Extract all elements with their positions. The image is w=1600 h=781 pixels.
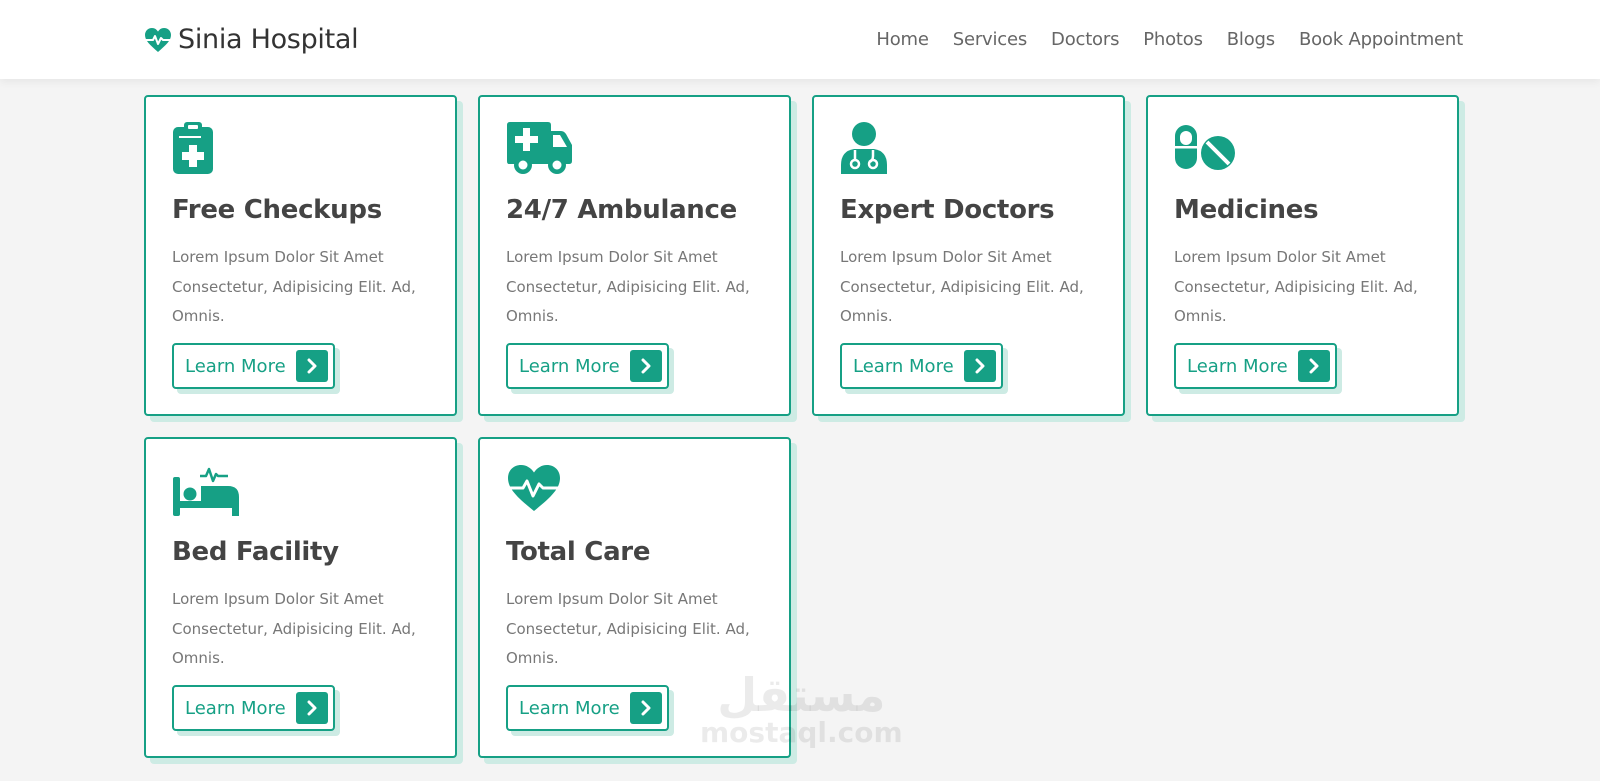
button-label: Learn More bbox=[853, 355, 954, 377]
ambulance-icon bbox=[506, 121, 763, 177]
button-label: Learn More bbox=[185, 355, 286, 377]
chevron-right-icon bbox=[629, 692, 662, 724]
chevron-right-icon bbox=[1297, 350, 1330, 382]
bed-icon bbox=[172, 463, 429, 519]
card-title: Expert Doctors bbox=[840, 195, 1055, 225]
service-card-total-care: Total Care Lorem Ipsum Dolor Sit Amet Co… bbox=[478, 437, 791, 758]
heartbeat-icon bbox=[144, 27, 172, 53]
button-label: Learn More bbox=[519, 697, 620, 719]
nav-home[interactable]: Home bbox=[876, 29, 929, 50]
chevron-right-icon bbox=[295, 692, 328, 724]
learn-more-button[interactable]: Learn More bbox=[506, 343, 669, 389]
nav-book-appointment[interactable]: Book Appointment bbox=[1299, 29, 1463, 50]
card-title: Bed Facility bbox=[172, 537, 339, 567]
nav-doctors[interactable]: Doctors bbox=[1051, 29, 1119, 50]
service-card-bed-facility: Bed Facility Lorem Ipsum Dolor Sit Amet … bbox=[144, 437, 457, 758]
card-text: Lorem Ipsum Dolor Sit Amet Consectetur, … bbox=[840, 248, 1084, 325]
card-text: Lorem Ipsum Dolor Sit Amet Consectetur, … bbox=[1174, 248, 1418, 325]
site-header: Sinia Hospital Home Services Doctors Pho… bbox=[0, 0, 1600, 79]
card-title: Total Care bbox=[506, 537, 651, 567]
button-label: Learn More bbox=[1187, 355, 1288, 377]
nav-services[interactable]: Services bbox=[953, 29, 1028, 50]
card-text: Lorem Ipsum Dolor Sit Amet Consectetur, … bbox=[172, 590, 416, 667]
learn-more-button[interactable]: Learn More bbox=[172, 343, 335, 389]
main-nav: Home Services Doctors Photos Blogs Book … bbox=[852, 29, 1463, 50]
service-card-medicines: Medicines Lorem Ipsum Dolor Sit Amet Con… bbox=[1146, 95, 1459, 416]
learn-more-button[interactable]: Learn More bbox=[506, 685, 669, 731]
chevron-right-icon bbox=[963, 350, 996, 382]
service-card-expert-doctors: Expert Doctors Lorem Ipsum Dolor Sit Ame… bbox=[812, 95, 1125, 416]
button-label: Learn More bbox=[519, 355, 620, 377]
learn-more-button[interactable]: Learn More bbox=[840, 343, 1003, 389]
card-text: Lorem Ipsum Dolor Sit Amet Consectetur, … bbox=[506, 248, 750, 325]
pills-icon bbox=[1174, 121, 1431, 177]
chevron-right-icon bbox=[295, 350, 328, 382]
service-card-free-checkups: Free Checkups Lorem Ipsum Dolor Sit Amet… bbox=[144, 95, 457, 416]
card-title: 24/7 Ambulance bbox=[506, 195, 737, 225]
learn-more-button[interactable]: Learn More bbox=[1174, 343, 1337, 389]
card-text: Lorem Ipsum Dolor Sit Amet Consectetur, … bbox=[172, 248, 416, 325]
logo-link[interactable]: Sinia Hospital bbox=[144, 24, 359, 55]
clipboard-medical-icon bbox=[172, 121, 429, 177]
card-title: Medicines bbox=[1174, 195, 1319, 225]
nav-blogs[interactable]: Blogs bbox=[1227, 29, 1275, 50]
brand-name: Sinia Hospital bbox=[178, 24, 359, 55]
nav-photos[interactable]: Photos bbox=[1143, 29, 1203, 50]
card-text: Lorem Ipsum Dolor Sit Amet Consectetur, … bbox=[506, 590, 750, 667]
card-title: Free Checkups bbox=[172, 195, 382, 225]
doctor-icon bbox=[840, 121, 1097, 177]
learn-more-button[interactable]: Learn More bbox=[172, 685, 335, 731]
button-label: Learn More bbox=[185, 697, 286, 719]
heartbeat-icon bbox=[506, 463, 763, 519]
service-card-ambulance: 24/7 Ambulance Lorem Ipsum Dolor Sit Ame… bbox=[478, 95, 791, 416]
chevron-right-icon bbox=[629, 350, 662, 382]
